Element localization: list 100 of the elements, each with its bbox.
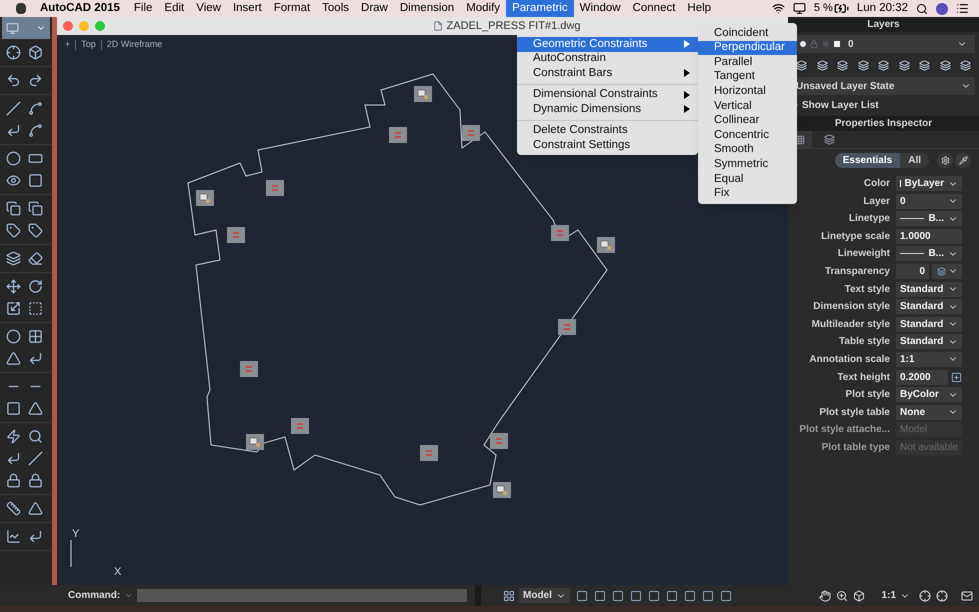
menu-item[interactable]: Format (268, 0, 316, 17)
quick-select-button[interactable] (937, 152, 953, 168)
layers-tab-icon[interactable] (824, 134, 835, 145)
command-input[interactable] (137, 589, 467, 602)
menu-entry[interactable]: Symmetric (698, 157, 797, 172)
menu-item[interactable]: Modify (460, 0, 506, 17)
menu-entry[interactable]: Constraint Settings (517, 138, 698, 152)
menu-entry[interactable]: Delete Constraints (517, 124, 698, 138)
battery-icon[interactable] (834, 1, 849, 16)
property-dropdown[interactable]: Standard (896, 316, 962, 332)
property-dropdown[interactable]: None (896, 404, 962, 420)
app-name[interactable]: AutoCAD 2015 (40, 0, 120, 18)
property-dropdown[interactable]: 1:1 (896, 352, 962, 367)
linetype-dropdown[interactable]: B... (896, 246, 962, 262)
menu-entry[interactable]: Constraint Bars (517, 66, 698, 80)
menu-item[interactable]: Edit (158, 0, 190, 17)
dropdown-caret-icon[interactable] (124, 591, 134, 600)
menu-entry[interactable]: Dynamic Dimensions (517, 102, 698, 116)
menu-entry[interactable]: Vertical (698, 98, 797, 114)
property-dropdown[interactable]: Standard (896, 282, 962, 297)
menu-entry[interactable]: Dimensional Constraints (517, 88, 698, 102)
property-dropdown[interactable]: 0 (896, 194, 962, 209)
menu-item[interactable]: View (190, 0, 227, 17)
coincident-constraint-icon[interactable] (246, 434, 264, 450)
menu-entry[interactable]: Geometric Constraints (517, 37, 698, 52)
model-dropdown[interactable]: Model (519, 588, 570, 603)
search-icon[interactable] (916, 2, 928, 14)
notification-icon[interactable] (961, 590, 973, 602)
move-icon[interactable] (6, 279, 21, 294)
linetype-dropdown[interactable]: B... (896, 211, 962, 226)
viewport-control[interactable]: 2D Wireframe (106, 38, 162, 52)
viewport-control[interactable]: + (65, 38, 70, 52)
coincident-constraint-icon[interactable] (414, 86, 432, 102)
property-label: Text style (844, 282, 891, 297)
menu-item[interactable]: Dimension (394, 0, 460, 17)
viewport-control[interactable]: Top (81, 38, 96, 52)
tag-icon[interactable] (6, 223, 21, 238)
property-label: Plot table type (820, 440, 891, 455)
property-label: Plot style (844, 388, 891, 402)
array-icon[interactable] (28, 329, 43, 344)
menu-entry[interactable]: Equal (698, 172, 797, 187)
eraser-icon[interactable] (28, 251, 43, 266)
zoom-icon[interactable] (836, 590, 848, 602)
transparency-input[interactable]: 0 (896, 264, 929, 279)
apple-logo-icon[interactable] (16, 3, 26, 14)
menu-item[interactable]: Insert (226, 0, 268, 17)
menu-item[interactable]: Draw (355, 0, 394, 17)
color-dropdown[interactable]: ByLayer (896, 176, 962, 191)
layer-on-icon (800, 41, 806, 47)
menu-entry[interactable]: Collinear (698, 114, 797, 128)
rotate-icon[interactable] (28, 279, 43, 294)
filter-tab[interactable]: Essentials (834, 152, 900, 168)
line-icon[interactable] (6, 101, 21, 116)
crosshair-icon[interactable] (6, 45, 21, 60)
property-dropdown[interactable]: Standard (896, 299, 962, 314)
menu-item[interactable]: Tools (316, 0, 356, 17)
rectangle-icon[interactable] (28, 151, 43, 166)
notifications-icon[interactable] (956, 2, 969, 15)
property-label: Dimension style (812, 300, 891, 314)
fix-icon[interactable] (28, 473, 43, 488)
menu-entry[interactable]: Concentric (698, 128, 797, 143)
menu-entry[interactable]: Smooth (698, 142, 797, 158)
property-label: Transparency (824, 264, 891, 279)
menu-item[interactable]: Help (681, 0, 718, 17)
copy-icon[interactable] (6, 201, 21, 216)
menu-item[interactable]: Window (574, 0, 627, 17)
property-dropdown[interactable]: ByColor (896, 387, 962, 402)
menu-item[interactable]: File (128, 0, 158, 17)
property-label: Color (862, 177, 891, 191)
coincident-constraint-icon[interactable] (597, 237, 615, 253)
arc-icon[interactable] (28, 101, 43, 116)
property-dropdown[interactable]: Standard (896, 334, 962, 350)
property-input[interactable]: 0.2000 (896, 370, 948, 385)
menu-item[interactable]: Parametric (506, 0, 574, 17)
axis-label: X (114, 565, 122, 580)
layers-icon (936, 266, 946, 276)
undo-icon[interactable] (6, 73, 21, 88)
annotation-scale-dropdown[interactable]: 1:1 (878, 588, 914, 603)
block-icon[interactable] (28, 45, 43, 60)
coincident-constraint-icon[interactable] (493, 482, 511, 498)
scale-icon[interactable] (6, 301, 21, 316)
lock-icon[interactable] (6, 473, 21, 488)
coincident-constraint-icon[interactable] (196, 190, 214, 206)
menu-item[interactable]: Connect (626, 0, 682, 17)
circle-icon[interactable] (6, 151, 21, 166)
redo-icon[interactable] (28, 73, 43, 88)
layout-icon[interactable] (503, 590, 515, 602)
menu-entry[interactable]: Fix (698, 186, 797, 202)
menu-entry[interactable]: AutoConstrain (517, 52, 698, 66)
menu-entry[interactable]: Perpendicular (698, 40, 797, 56)
pan-icon[interactable] (818, 590, 831, 602)
show-layer-list-link[interactable]: Show Layer List (802, 98, 879, 112)
property-input[interactable]: 1.0000 (896, 228, 962, 244)
pick-icon[interactable] (951, 372, 962, 383)
menu-entry[interactable]: Parallel (698, 55, 797, 70)
pick-object-button[interactable] (955, 152, 971, 168)
square-icon[interactable] (28, 173, 43, 188)
workspace-icon[interactable] (6, 22, 19, 34)
dimension-icon[interactable] (6, 501, 21, 516)
transparency-dropdown[interactable] (932, 264, 962, 279)
